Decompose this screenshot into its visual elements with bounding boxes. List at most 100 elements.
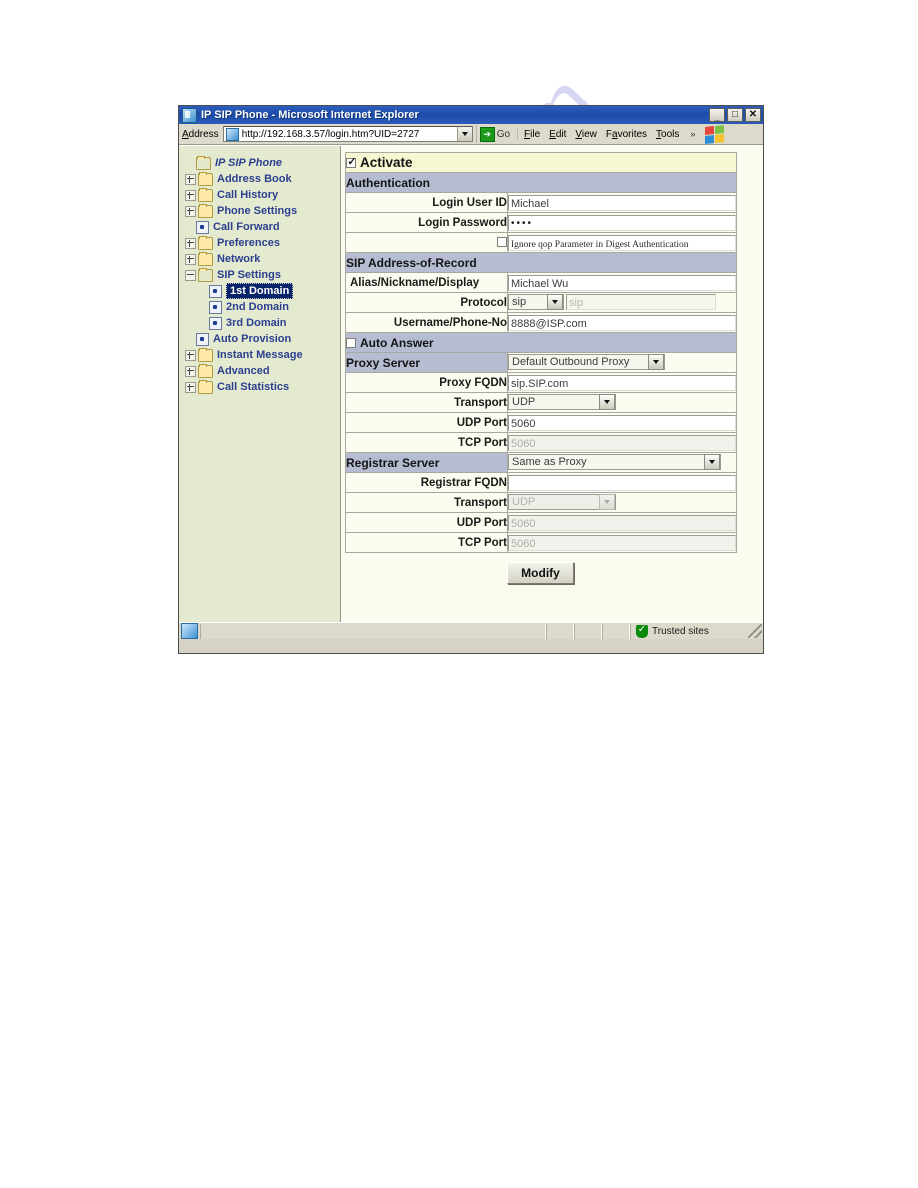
sidebar-item-call-forward[interactable]: Call Forward (185, 219, 340, 235)
sidebar-item-call-statistics[interactable]: Call Statistics (185, 379, 340, 395)
go-label: Go (496, 128, 511, 140)
protocol-text-input[interactable]: sip (566, 294, 716, 311)
address-value: http://192.168.3.57/login.htm?UID=2727 (241, 128, 420, 140)
expand-icon[interactable] (185, 253, 196, 265)
collapse-icon[interactable] (185, 269, 196, 281)
registrar-server-select[interactable]: Same as Proxy (508, 454, 721, 471)
ignore-qop-checkbox[interactable] (497, 237, 507, 248)
row-section-authentication: Authentication (345, 172, 737, 193)
login-user-id-cell[interactable]: Michael (507, 192, 737, 213)
proxy-transport-select[interactable]: UDP (508, 394, 616, 411)
sidebar-item-address-book[interactable]: Address Book (185, 171, 340, 187)
sidebar-item-advanced[interactable]: Advanced (185, 363, 340, 379)
menu-file[interactable]: File (524, 129, 540, 140)
sidebar-item-label: Call Forward (213, 221, 280, 233)
status-pane-3 (602, 623, 630, 639)
sidebar-item-sip-settings[interactable]: SIP Settings (185, 267, 340, 283)
row-proxy-server: Proxy Server Default Outbound Proxy (345, 352, 737, 373)
login-user-id-label: Login User ID (345, 192, 508, 213)
modify-button-row: Modify (345, 553, 736, 584)
username-cell[interactable]: 8888@ISP.com (507, 312, 737, 333)
auto-answer-label: Auto Answer (360, 335, 434, 350)
sidebar-item-ip-sip-phone[interactable]: IP SIP Phone (185, 155, 340, 171)
sidebar-item-preferences[interactable]: Preferences (185, 235, 340, 251)
registrar-fqdn-cell[interactable] (507, 472, 737, 493)
row-registrar-udp-port: UDP Port 5060 (345, 512, 737, 533)
row-section-aor: SIP Address-of-Record (345, 252, 737, 273)
expand-icon[interactable] (185, 349, 196, 361)
close-button[interactable]: ✕ (745, 108, 761, 122)
document-icon (196, 220, 209, 234)
content-area: IP SIP Phone Address Book Call History Phon… (179, 145, 763, 622)
proxy-udp-port-cell[interactable]: 5060 (507, 412, 737, 433)
expand-icon[interactable] (185, 205, 196, 217)
chevron-down-icon[interactable] (547, 294, 563, 311)
sidebar-item-call-history[interactable]: Call History (185, 187, 340, 203)
section-authentication: Authentication (345, 172, 737, 193)
proxy-transport-cell[interactable]: UDP (507, 392, 737, 413)
proxy-fqdn-cell[interactable]: sip.SIP.com (507, 372, 737, 393)
proxy-fqdn-input[interactable]: sip.SIP.com (508, 374, 736, 391)
proxy-server-select-value: Default Outbound Proxy (512, 356, 630, 369)
row-registrar-server: Registrar Server Same as Proxy (345, 452, 737, 473)
chevron-down-icon[interactable] (648, 354, 664, 371)
menu-overflow-icon[interactable]: » (688, 129, 695, 139)
row-proxy-udp-port: UDP Port 5060 (345, 412, 737, 433)
registrar-server-cell[interactable]: Same as Proxy (507, 452, 737, 473)
sidebar-item-network[interactable]: Network (185, 251, 340, 267)
ignore-qop-checkbox-cell[interactable] (345, 232, 508, 253)
registrar-transport-cell: UDP (507, 492, 737, 513)
expand-icon[interactable] (185, 237, 196, 249)
proxy-server-select[interactable]: Default Outbound Proxy (508, 354, 665, 371)
alias-input[interactable]: Michael Wu (508, 274, 736, 291)
sidebar-item-2nd-domain[interactable]: 2nd Domain (185, 299, 340, 315)
registrar-fqdn-input[interactable] (508, 474, 736, 491)
proxy-server-label: Proxy Server (345, 352, 508, 373)
login-password-cell[interactable]: •••• (507, 212, 737, 233)
proxy-udp-port-input[interactable]: 5060 (508, 414, 736, 431)
minimize-button[interactable]: _ (709, 108, 725, 122)
auto-answer-checkbox[interactable] (346, 337, 356, 348)
chevron-down-icon[interactable] (599, 394, 615, 411)
auto-answer-cell[interactable]: Auto Answer (345, 332, 737, 353)
activate-checkbox[interactable] (346, 155, 357, 169)
proxy-server-cell[interactable]: Default Outbound Proxy (507, 352, 737, 373)
menu-favorites[interactable]: Favorites (606, 129, 647, 140)
address-toolbar: AAddressddress http://192.168.3.57/login… (179, 124, 763, 145)
modify-button[interactable]: Modify (507, 562, 574, 584)
chevron-down-icon (461, 132, 468, 136)
sidebar-item-3rd-domain[interactable]: 3rd Domain (185, 315, 340, 331)
chevron-down-icon[interactable] (704, 454, 720, 471)
sidebar-item-auto-provision[interactable]: Auto Provision (185, 331, 340, 347)
expand-icon[interactable] (185, 173, 196, 185)
document-icon (209, 316, 222, 330)
menu-edit[interactable]: Edit (549, 129, 566, 140)
maximize-button[interactable]: □ (727, 108, 743, 122)
address-input[interactable]: http://192.168.3.57/login.htm?UID=2727 (222, 126, 473, 142)
sidebar-item-1st-domain[interactable]: 1st Domain (185, 283, 340, 299)
chevron-down-icon (599, 494, 615, 511)
address-dropdown-button[interactable] (456, 127, 472, 141)
login-user-id-input[interactable]: Michael (508, 194, 736, 211)
registrar-transport-select-value: UDP (512, 496, 536, 509)
resize-grip[interactable] (748, 624, 762, 638)
sidebar-item-phone-settings[interactable]: Phone Settings (185, 203, 340, 219)
expand-icon[interactable] (185, 381, 196, 393)
menu-tools[interactable]: Tools (656, 129, 679, 140)
expand-icon[interactable] (185, 365, 196, 377)
login-password-input[interactable]: •••• (508, 214, 736, 231)
protocol-cell[interactable]: sip sip (507, 292, 737, 313)
sidebar-item-label: Preferences (217, 237, 280, 249)
security-zone[interactable]: Trusted sites (630, 623, 748, 639)
protocol-select[interactable]: sip (508, 294, 564, 311)
expand-icon[interactable] (185, 189, 196, 201)
go-button[interactable]: ➔ Go (475, 125, 515, 143)
menu-view[interactable]: View (575, 129, 597, 140)
username-input[interactable]: 8888@ISP.com (508, 314, 736, 331)
activate-cell[interactable]: Activate (345, 152, 737, 173)
sidebar-item-instant-message[interactable]: Instant Message (185, 347, 340, 363)
alias-cell[interactable]: Michael Wu (507, 272, 737, 293)
sidebar-item-label: SIP Settings (217, 269, 281, 281)
